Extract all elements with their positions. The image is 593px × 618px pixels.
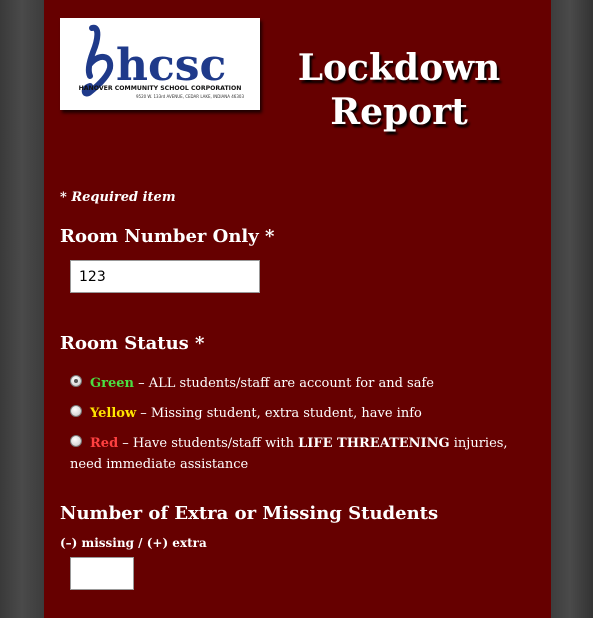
- status-red-description-before: – Have students/staff with: [118, 436, 299, 451]
- radio-yellow[interactable]: [70, 404, 82, 417]
- status-red-name: Red: [90, 436, 119, 451]
- hcsc-logo-graphic: hcsc HANOVER COMMUNITY SCHOOL CORPORATIO…: [79, 24, 244, 99]
- logo-address: 9520 W. 133rd AVENUE, CEDAR LAKE, INDIAN…: [136, 94, 244, 99]
- radio-red[interactable]: [70, 434, 82, 447]
- room-number-label: Room Number Only *: [60, 226, 275, 247]
- status-yellow-name: Yellow: [90, 406, 137, 421]
- extra-missing-label: Number of Extra or Missing Students: [60, 503, 439, 524]
- page-title-line2: Report: [330, 91, 468, 133]
- extra-missing-input[interactable]: [70, 557, 134, 590]
- room-status-label: Room Status *: [60, 333, 205, 354]
- status-option-red[interactable]: Red – Have students/staff with LIFE THRE…: [70, 433, 540, 475]
- status-green-description: – ALL students/staff are account for and…: [133, 376, 434, 391]
- status-option-yellow[interactable]: Yellow – Missing student, extra student,…: [70, 403, 540, 424]
- page-title: Lockdown Report: [284, 46, 514, 134]
- status-yellow-description: – Missing student, extra student, have i…: [136, 406, 422, 421]
- page-title-line1: Lockdown: [297, 47, 501, 89]
- status-option-green[interactable]: Green – ALL students/staff are account f…: [70, 373, 540, 394]
- extra-missing-hint: (–) missing / (+) extra: [60, 536, 207, 550]
- logo-letters: hcsc: [116, 40, 226, 91]
- radio-green[interactable]: [70, 374, 82, 387]
- hcsc-logo: hcsc HANOVER COMMUNITY SCHOOL CORPORATIO…: [60, 18, 260, 110]
- logo-org-name: HANOVER COMMUNITY SCHOOL CORPORATION: [79, 85, 242, 92]
- status-green-name: Green: [90, 376, 134, 391]
- status-red-description-bold: LIFE THREATENING: [298, 436, 450, 451]
- required-note: * Required item: [60, 190, 176, 205]
- form-panel: hcsc HANOVER COMMUNITY SCHOOL CORPORATIO…: [44, 0, 551, 618]
- room-number-input[interactable]: [70, 260, 260, 293]
